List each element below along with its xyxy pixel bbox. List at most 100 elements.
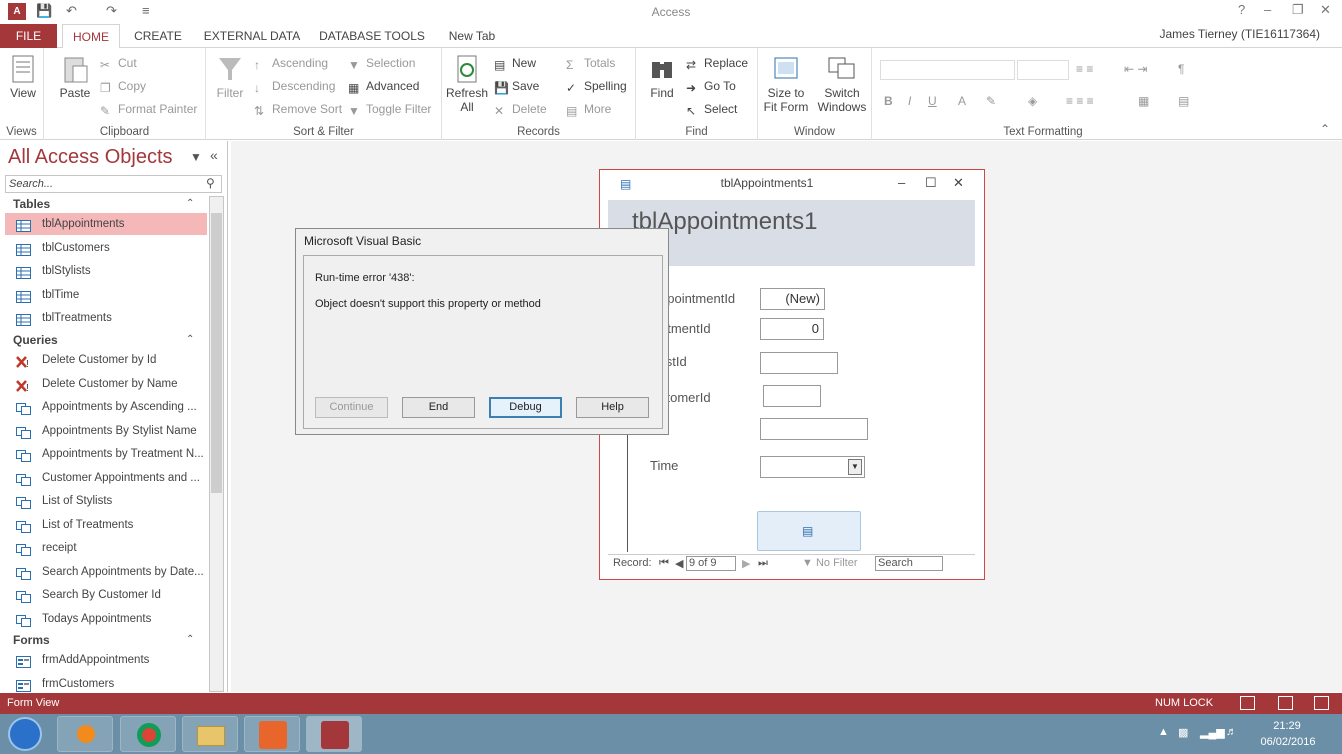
paste-button[interactable]: Paste: [58, 54, 92, 100]
nav-item[interactable]: tblCustomers: [5, 237, 207, 259]
paragraph-icon[interactable]: ¶: [1178, 62, 1184, 76]
end-button[interactable]: End: [402, 397, 475, 418]
indent-icon[interactable]: ⇤ ⇥: [1124, 62, 1147, 76]
alt-row-color-icon[interactable]: ▤: [1178, 94, 1189, 108]
delete-record-button[interactable]: ✕ Delete: [494, 102, 547, 118]
tab-home[interactable]: HOME: [62, 24, 120, 49]
taskbar-access[interactable]: [306, 716, 362, 752]
nav-item[interactable]: Todays Appointments: [5, 608, 207, 630]
nav-item[interactable]: Search Appointments by Date...: [5, 561, 207, 583]
minimize-icon[interactable]: –: [1264, 2, 1271, 17]
form-close-icon[interactable]: ✕: [953, 175, 964, 191]
clock-date[interactable]: 06/02/2016: [1258, 736, 1318, 748]
cut-button[interactable]: ✂ Cut: [100, 56, 137, 72]
nav-item[interactable]: List of Stylists: [5, 490, 207, 512]
nav-scroll-thumb[interactable]: [211, 213, 222, 493]
filter-status-icon[interactable]: ▼ No Filter: [802, 557, 858, 569]
format-painter-button[interactable]: ✎ Format Painter: [100, 102, 197, 118]
taskbar-chrome[interactable]: [120, 716, 176, 752]
search-icon[interactable]: ⚲: [206, 176, 215, 190]
totals-button[interactable]: Σ Totals: [566, 56, 615, 72]
advanced-button[interactable]: ▦ Advanced: [348, 79, 419, 95]
underline-icon[interactable]: U: [928, 94, 937, 108]
form-maximize-icon[interactable]: ☐: [925, 175, 937, 191]
gridlines-icon[interactable]: ▦: [1138, 94, 1149, 108]
select-button[interactable]: ↖ Select: [686, 102, 737, 118]
previous-record-icon[interactable]: ◀: [675, 557, 683, 570]
taskbar-explorer[interactable]: [182, 716, 238, 752]
descending-button[interactable]: ↓ Descending: [254, 79, 335, 95]
volume-icon[interactable]: ♬: [1226, 726, 1237, 738]
ascending-button[interactable]: ↑ Ascending: [254, 56, 328, 72]
collapse-ribbon-icon[interactable]: ⌃: [1320, 122, 1330, 136]
help-button[interactable]: Help: [576, 397, 649, 418]
stylist-id-field[interactable]: [760, 352, 838, 374]
design-view-icon[interactable]: [1314, 696, 1329, 710]
nav-item[interactable]: ! Delete Customer by Name: [5, 373, 207, 395]
fill-color-icon[interactable]: ◈: [1028, 94, 1037, 108]
goto-button[interactable]: ➜ Go To: [686, 79, 736, 95]
replace-button[interactable]: ⇄ Replace: [686, 56, 748, 72]
nav-item[interactable]: Customer Appointments and ...: [5, 467, 207, 489]
view-button[interactable]: View: [6, 54, 40, 100]
treatment-id-field[interactable]: 0: [760, 318, 824, 340]
form-view-icon[interactable]: [1240, 696, 1255, 710]
clock-time[interactable]: 21:29: [1258, 720, 1316, 732]
nav-header[interactable]: All Access Objects: [8, 146, 173, 169]
font-name-select[interactable]: [880, 60, 1015, 80]
first-record-icon[interactable]: ⏮: [659, 557, 669, 570]
nav-item[interactable]: tblStylists: [5, 260, 207, 282]
network-icon[interactable]: ▩: [1178, 726, 1188, 739]
section-forms[interactable]: Forms: [13, 633, 50, 647]
customer-id-field[interactable]: [763, 385, 821, 407]
italic-icon[interactable]: I: [908, 94, 911, 108]
remove-sort-button[interactable]: ⇅ Remove Sort: [254, 102, 342, 118]
record-search-input[interactable]: Search: [875, 556, 943, 571]
nav-menu-icon[interactable]: ▼: [190, 150, 202, 164]
nav-item[interactable]: Appointments By Stylist Name: [5, 420, 207, 442]
highlight-icon[interactable]: ✎: [986, 94, 996, 108]
taskbar-media-player[interactable]: [57, 716, 113, 752]
nav-scrollbar[interactable]: [209, 196, 224, 692]
appointment-id-field[interactable]: (New): [760, 288, 825, 310]
nav-item[interactable]: Appointments by Treatment N...: [5, 443, 207, 465]
close-icon[interactable]: ✕: [1320, 2, 1331, 18]
help-icon[interactable]: ?: [1238, 2, 1245, 17]
font-color-icon[interactable]: A: [958, 94, 966, 108]
dropdown-arrow-icon[interactable]: ▼: [848, 459, 862, 475]
switch-windows-button[interactable]: Switch Windows: [814, 54, 870, 114]
user-name[interactable]: James Tierney (TIE16117364): [1159, 27, 1320, 41]
copy-button[interactable]: ❐ Copy: [100, 79, 146, 95]
size-to-fit-form-button[interactable]: Size to Fit Form: [762, 54, 810, 114]
tab-create[interactable]: CREATE: [128, 24, 188, 48]
refresh-all-button[interactable]: Refresh All: [446, 54, 488, 114]
new-record-button[interactable]: ▤ New: [494, 56, 536, 72]
toggle-filter-button[interactable]: ▼ Toggle Filter: [348, 102, 431, 118]
restore-icon[interactable]: ❐: [1292, 2, 1304, 18]
layout-view-icon[interactable]: [1278, 696, 1293, 710]
font-size-select[interactable]: [1017, 60, 1069, 80]
nav-item[interactable]: tblAppointments: [5, 213, 207, 235]
nav-search-input[interactable]: Search...: [5, 175, 222, 193]
tray-expand-icon[interactable]: ▲: [1158, 726, 1169, 738]
tab-database-tools[interactable]: DATABASE TOOLS: [316, 24, 428, 48]
nav-item[interactable]: Search By Customer Id: [5, 584, 207, 606]
last-record-icon[interactable]: ⏭: [758, 557, 768, 570]
nav-item[interactable]: frmAddAppointments: [5, 649, 207, 671]
taskbar-pdf[interactable]: [244, 716, 300, 752]
nav-item[interactable]: tblTreatments: [5, 307, 207, 329]
record-position-input[interactable]: 9 of 9: [686, 556, 736, 571]
form-command-button[interactable]: ▤: [757, 511, 861, 551]
nav-item[interactable]: List of Treatments: [5, 514, 207, 536]
bold-icon[interactable]: B: [884, 94, 893, 108]
nav-item[interactable]: receipt: [5, 537, 207, 559]
date-field[interactable]: [760, 418, 868, 440]
nav-item[interactable]: ! Delete Customer by Id: [5, 349, 207, 371]
section-tables[interactable]: Tables: [13, 197, 50, 211]
form-minimize-icon[interactable]: –: [898, 175, 905, 190]
tab-external-data[interactable]: EXTERNAL DATA: [200, 24, 304, 48]
align-icons[interactable]: ≡ ≡ ≡: [1066, 94, 1094, 108]
next-record-icon[interactable]: ▶: [742, 557, 750, 570]
more-button[interactable]: ▤ More: [566, 102, 611, 118]
debug-button[interactable]: Debug: [489, 397, 562, 418]
